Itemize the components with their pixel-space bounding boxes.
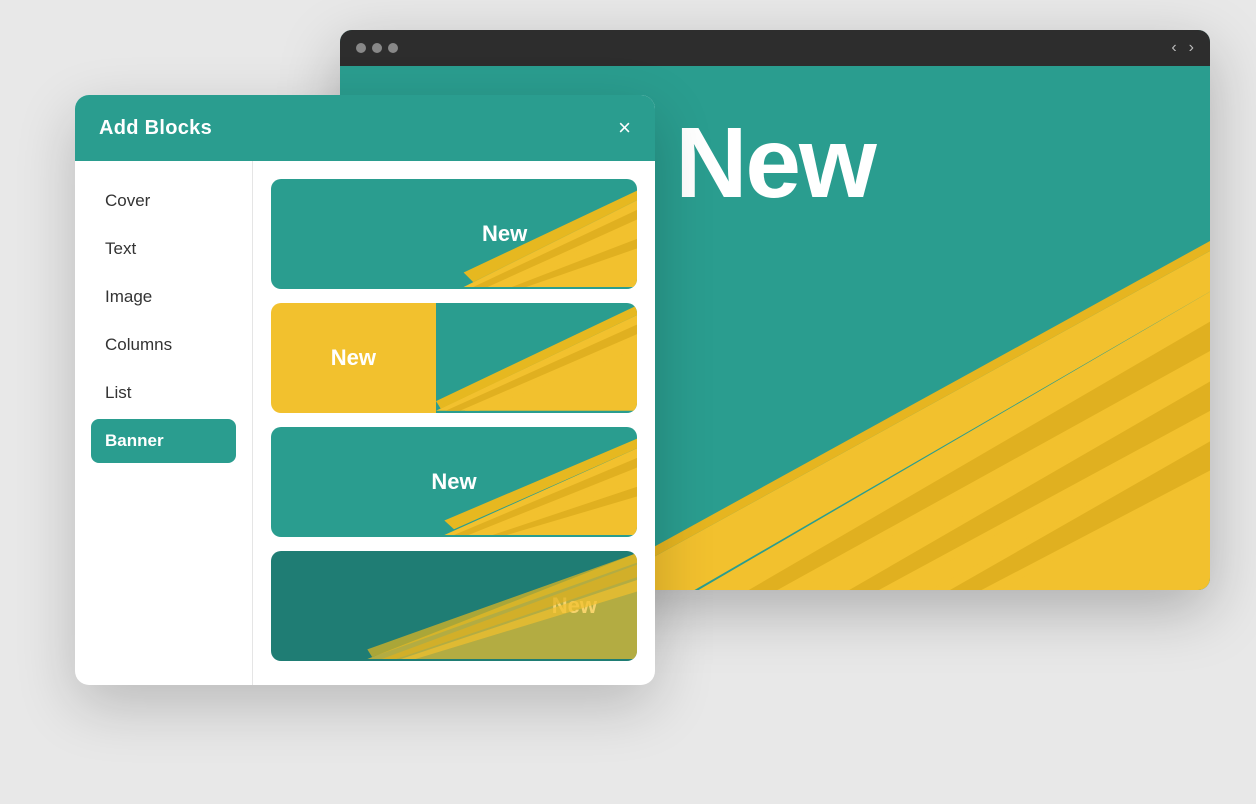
panel-content: New New xyxy=(253,161,655,685)
browser-dots xyxy=(356,43,398,53)
panel-body: Cover Text Image Columns List Banner New xyxy=(75,161,655,685)
panel-header: Add Blocks × xyxy=(75,95,655,161)
block-thumb-2[interactable]: New xyxy=(271,303,637,413)
panel-sidebar: Cover Text Image Columns List Banner xyxy=(75,161,253,685)
thumb-2-right xyxy=(436,303,637,413)
sidebar-item-text[interactable]: Text xyxy=(91,227,236,271)
sidebar-item-list[interactable]: List xyxy=(91,371,236,415)
panel-close-button[interactable]: × xyxy=(618,117,631,139)
block-thumb-3[interactable]: New xyxy=(271,427,637,537)
browser-dot-2 xyxy=(372,43,382,53)
thumb-2-left: New xyxy=(271,303,436,413)
browser-titlebar: ‹ › xyxy=(340,30,1210,66)
browser-nav[interactable]: ‹ › xyxy=(1171,39,1194,57)
thumb-1-label: New xyxy=(482,221,527,247)
add-blocks-panel: Add Blocks × Cover Text Image Columns Li… xyxy=(75,95,655,685)
thumb-4-arch-icon xyxy=(271,551,637,661)
thumb-1-arch-icon xyxy=(271,179,637,289)
nav-back-icon[interactable]: ‹ xyxy=(1171,39,1176,57)
thumb-2-label: New xyxy=(331,345,376,371)
block-thumb-1[interactable]: New xyxy=(271,179,637,289)
thumb-3-arch-icon xyxy=(271,427,637,537)
thumb-2-arch-icon xyxy=(436,303,637,413)
browser-dot-3 xyxy=(388,43,398,53)
browser-dot-1 xyxy=(356,43,366,53)
sidebar-item-cover[interactable]: Cover xyxy=(91,179,236,223)
nav-forward-icon[interactable]: › xyxy=(1189,39,1194,57)
panel-title: Add Blocks xyxy=(99,117,212,140)
sidebar-item-banner[interactable]: Banner xyxy=(91,419,236,463)
sidebar-item-image[interactable]: Image xyxy=(91,275,236,319)
sidebar-item-columns[interactable]: Columns xyxy=(91,323,236,367)
block-thumb-4[interactable]: New xyxy=(271,551,637,661)
